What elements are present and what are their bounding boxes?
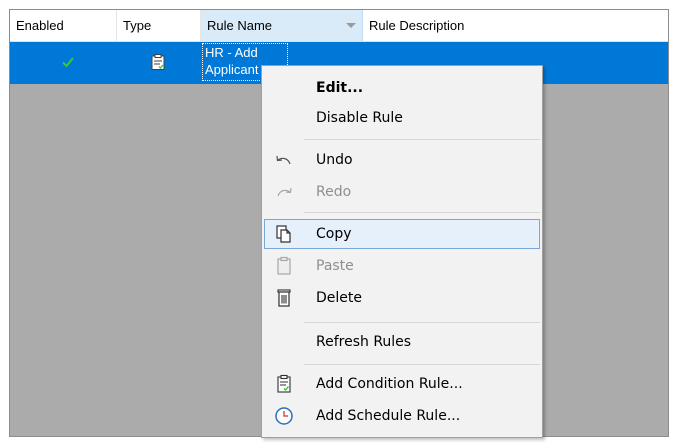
menu-item-add-condition-rule[interactable]: Add Condition Rule... <box>264 369 540 399</box>
menu-item-paste[interactable]: Paste <box>264 251 540 281</box>
grid-header: Enabled Type Rule Name Rule Description <box>10 10 668 42</box>
menu-item-label: Disable Rule <box>316 110 403 126</box>
menu-separator <box>304 139 540 140</box>
menu-item-label: Delete <box>316 290 362 306</box>
copy-icon <box>276 225 291 243</box>
column-header-rule-description[interactable]: Rule Description <box>363 10 668 41</box>
menu-item-label: Copy <box>316 226 352 242</box>
menu-item-undo[interactable]: Undo <box>264 145 540 175</box>
undo-icon <box>276 155 291 165</box>
menu-separator <box>304 364 540 365</box>
menu-item-add-schedule-rule[interactable]: Add Schedule Rule... <box>264 401 540 431</box>
enabled-cell[interactable] <box>10 42 117 84</box>
column-header-label: Rule Description <box>369 18 465 33</box>
menu-item-delete[interactable]: Delete <box>264 283 540 313</box>
menu-item-edit[interactable]: Edit... <box>264 73 540 103</box>
menu-item-label: Edit... <box>316 80 364 96</box>
menu-item-label: Paste <box>316 258 354 274</box>
context-menu: Edit... Disable Rule Undo Redo Copy Past… <box>261 65 543 438</box>
trash-icon <box>277 289 291 307</box>
menu-item-disable-rule[interactable]: Disable Rule <box>264 103 540 133</box>
menu-separator <box>304 212 540 213</box>
column-header-rule-name[interactable]: Rule Name <box>201 10 363 41</box>
menu-separator <box>304 322 540 323</box>
menu-item-label: Add Condition Rule... <box>316 376 463 392</box>
column-header-enabled[interactable]: Enabled <box>10 10 117 41</box>
menu-item-label: Refresh Rules <box>316 334 412 350</box>
clock-icon <box>275 407 293 425</box>
column-header-label: Rule Name <box>207 18 273 33</box>
menu-item-label: Undo <box>316 152 353 168</box>
type-cell[interactable] <box>117 42 201 84</box>
sort-descending-icon <box>346 23 356 28</box>
condition-rule-icon <box>277 374 291 393</box>
menu-item-label: Add Schedule Rule... <box>316 408 461 424</box>
redo-icon <box>277 187 292 197</box>
menu-item-copy[interactable]: Copy <box>264 219 540 249</box>
menu-item-label: Redo <box>316 184 352 200</box>
clipboard-icon <box>151 54 165 70</box>
column-header-label: Enabled <box>16 18 64 33</box>
column-header-label: Type <box>123 18 152 33</box>
column-header-type[interactable]: Type <box>117 10 201 41</box>
menu-item-redo[interactable]: Redo <box>264 177 540 207</box>
menu-item-refresh-rules[interactable]: Refresh Rules <box>264 327 540 357</box>
check-icon <box>62 57 74 68</box>
paste-icon <box>277 256 291 275</box>
